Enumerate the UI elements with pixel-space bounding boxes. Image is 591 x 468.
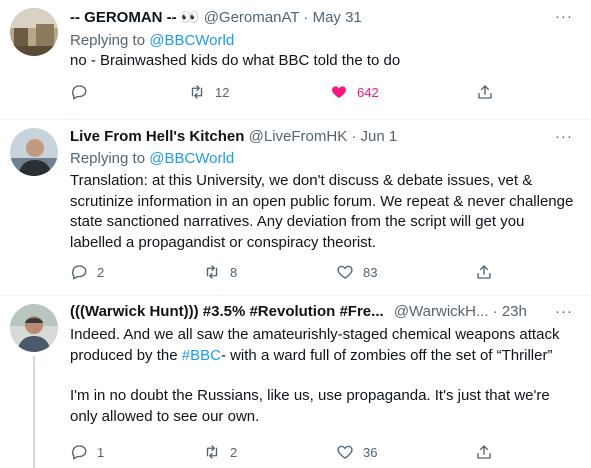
separator-dot: · — [492, 303, 498, 320]
like-button[interactable]: 36 — [336, 442, 377, 462]
display-name[interactable]: (((Warwick Hunt))) #3.5% #Revolution #Fr… — [70, 303, 384, 320]
replying-to: Replying to @BBCWorld — [70, 32, 234, 49]
tweet[interactable]: (((Warwick Hunt))) #3.5% #Revolution #Fr… — [0, 296, 591, 468]
reply-count: 2 — [97, 264, 105, 280]
eyes-emoji: 👀 — [180, 9, 200, 26]
tweet-actions: 2 8 83 — [70, 262, 540, 282]
like-count: 642 — [357, 84, 379, 100]
tweet-actions: 1 2 36 — [70, 442, 540, 462]
heart-icon — [330, 83, 348, 101]
separator-dot: · — [303, 9, 309, 26]
replying-to-label: Replying to — [70, 150, 146, 167]
tweet-text: Indeed. And we all saw the amateurishly-… — [70, 325, 580, 427]
reply-icon — [70, 263, 88, 281]
heart-icon — [336, 263, 354, 281]
tweet[interactable]: Live From Hell's Kitchen @LiveFromHK · J… — [0, 120, 591, 296]
retweet-count: 12 — [215, 84, 230, 100]
tweet-date[interactable]: Jun 1 — [361, 128, 398, 145]
replying-to-label: Replying to — [70, 32, 146, 49]
reply-icon — [70, 83, 88, 101]
tweet-actions: 12 642 — [70, 82, 540, 102]
retweet-count: 2 — [230, 444, 238, 460]
share-icon — [475, 263, 493, 281]
tweet-date[interactable]: 23h — [502, 303, 527, 320]
tweet-text: Translation: at this University, we don'… — [70, 172, 574, 251]
retweet-count: 8 — [230, 264, 238, 280]
hashtag-link[interactable]: #BBC — [182, 347, 221, 364]
share-icon — [475, 443, 493, 461]
tweet-date[interactable]: May 31 — [313, 9, 362, 26]
like-count: 36 — [363, 444, 378, 460]
replying-to-link[interactable]: @BBCWorld — [149, 32, 234, 49]
retweet-icon — [188, 83, 206, 101]
reply-icon — [70, 443, 88, 461]
reply-button[interactable] — [70, 82, 97, 102]
tweet-paragraph: I'm in no doubt the Russians, like us, u… — [70, 387, 550, 425]
replying-to: Replying to @BBCWorld — [70, 150, 234, 167]
user-handle[interactable]: @GeromanAT — [204, 9, 300, 26]
reply-button[interactable]: 1 — [70, 442, 104, 462]
share-button[interactable] — [476, 82, 494, 102]
tweet-paragraph: Indeed. And we all saw the amateurishly-… — [70, 326, 560, 364]
tweet-header: (((Warwick Hunt))) #3.5% #Revolution #Fr… — [70, 303, 527, 320]
separator-dot: · — [351, 128, 357, 145]
retweet-button[interactable]: 2 — [203, 442, 237, 462]
replying-to-link[interactable]: @BBCWorld — [149, 150, 234, 167]
avatar[interactable] — [10, 8, 58, 56]
avatar[interactable] — [10, 128, 58, 176]
like-button[interactable]: 83 — [336, 262, 377, 282]
share-icon — [476, 83, 494, 101]
share-button[interactable] — [475, 262, 493, 282]
retweet-button[interactable]: 8 — [203, 262, 237, 282]
reply-count: 1 — [97, 444, 105, 460]
display-name[interactable]: Live From Hell's Kitchen — [70, 128, 244, 145]
tweet[interactable]: -- GEROMAN -- 👀 @GeromanAT · May 31 ··· … — [0, 0, 591, 120]
retweet-icon — [203, 443, 221, 461]
more-icon[interactable]: ··· — [555, 128, 573, 145]
like-button[interactable]: 642 — [330, 82, 379, 102]
tweet-header: Live From Hell's Kitchen @LiveFromHK · J… — [70, 128, 397, 145]
more-icon[interactable]: ··· — [555, 8, 573, 25]
retweet-icon — [203, 263, 221, 281]
retweet-button[interactable]: 12 — [188, 82, 229, 102]
user-handle[interactable]: @WarwickH... — [394, 303, 489, 320]
display-name[interactable]: -- GEROMAN -- — [70, 9, 177, 26]
avatar[interactable] — [10, 304, 58, 352]
tweet-text: no - Brainwashed kids do what BBC told t… — [70, 52, 401, 69]
reply-button[interactable]: 2 — [70, 262, 104, 282]
heart-icon — [336, 443, 354, 461]
more-icon[interactable]: ··· — [555, 303, 573, 320]
thread-line — [33, 356, 35, 468]
tweet-header: -- GEROMAN -- 👀 @GeromanAT · May 31 — [70, 8, 362, 26]
share-button[interactable] — [475, 442, 493, 462]
like-count: 83 — [363, 264, 378, 280]
user-handle[interactable]: @LiveFromHK — [249, 128, 348, 145]
